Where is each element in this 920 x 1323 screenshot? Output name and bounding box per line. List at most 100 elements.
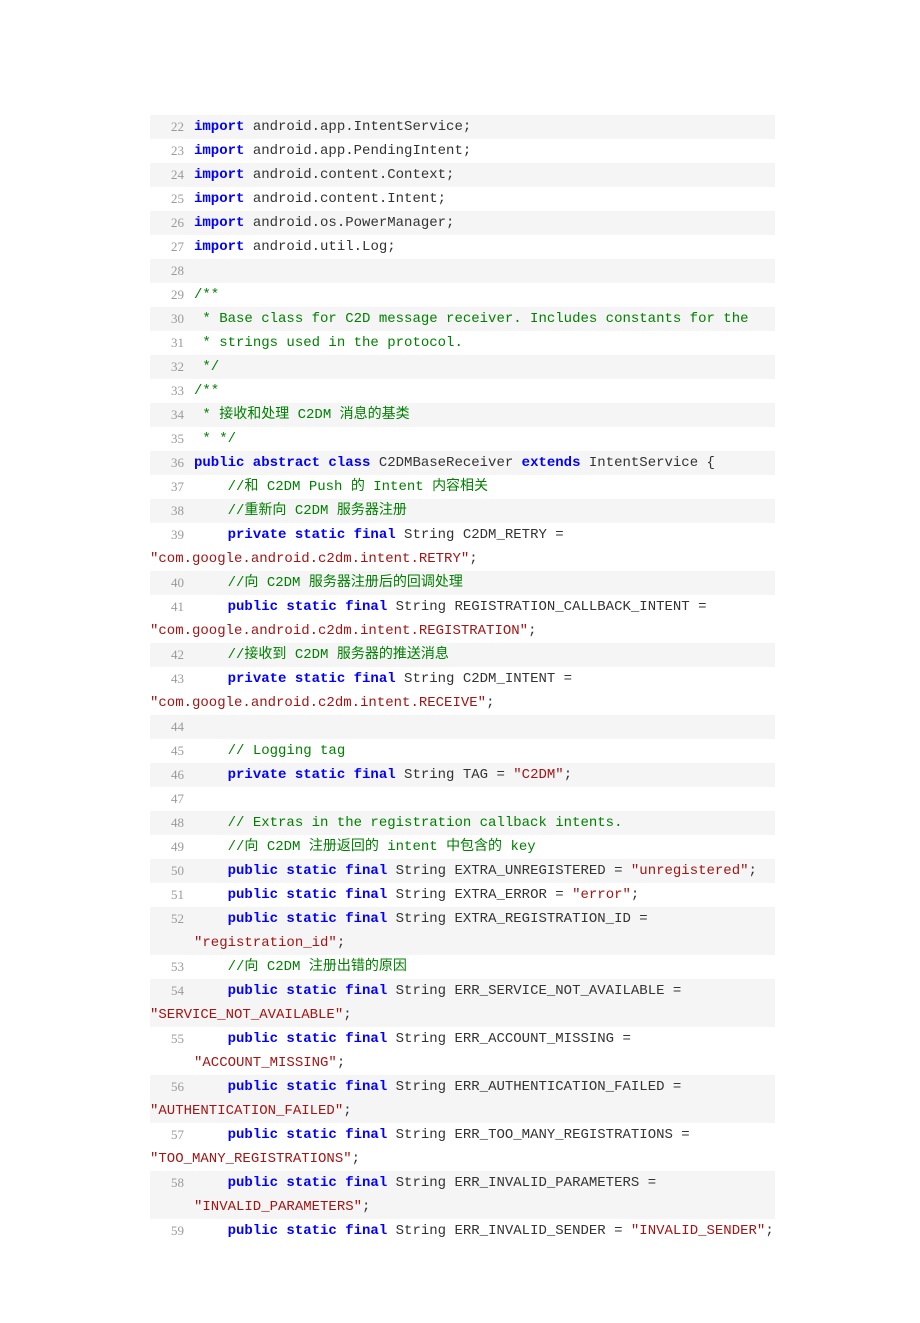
code-content: "SERVICE_NOT_AVAILABLE"; [150,1003,775,1027]
code-line: 27import android.util.Log; [150,235,775,259]
code-line: 33/** [150,379,775,403]
code-line: 45 // Logging tag [150,739,775,763]
code-content: //向 C2DM 服务器注册后的回调处理 [184,571,775,595]
line-number: 29 [150,283,184,307]
code-content: private static final String C2DM_INTENT … [184,667,775,691]
code-line: 52 public static final String EXTRA_REGI… [150,907,775,955]
line-number: 49 [150,835,184,859]
code-content: import android.content.Context; [184,163,775,187]
code-line-wrap: "TOO_MANY_REGISTRATIONS"; [150,1147,775,1171]
code-content: public static final String ERR_INVALID_S… [184,1219,775,1243]
line-number: 59 [150,1219,184,1243]
code-content: private static final String TAG = "C2DM"… [184,763,775,787]
line-number: 34 [150,403,184,427]
line-number: 25 [150,187,184,211]
code-line: 59 public static final String ERR_INVALI… [150,1219,775,1243]
code-line: 53 //向 C2DM 注册出错的原因 [150,955,775,979]
code-line: 26import android.os.PowerManager; [150,211,775,235]
line-number: 46 [150,763,184,787]
code-content: * Base class for C2D message receiver. I… [184,307,775,331]
code-content: //和 C2DM Push 的 Intent 内容相关 [184,475,775,499]
line-number: 38 [150,499,184,523]
code-line: 51 public static final String EXTRA_ERRO… [150,883,775,907]
line-number: 44 [150,715,184,739]
code-line: 46 private static final String TAG = "C2… [150,763,775,787]
line-number: 41 [150,595,184,619]
code-line-wrap: "com.google.android.c2dm.intent.RETRY"; [150,547,775,571]
code-line: 36public abstract class C2DMBaseReceiver… [150,451,775,475]
code-content: private static final String C2DM_RETRY = [184,523,775,547]
code-content: public static final String ERR_TOO_MANY_… [184,1123,775,1147]
line-number: 47 [150,787,184,811]
code-content: public static final String EXTRA_REGISTR… [184,907,775,955]
code-line-wrap: "com.google.android.c2dm.intent.REGISTRA… [150,619,775,643]
line-number: 32 [150,355,184,379]
code-line: 54 public static final String ERR_SERVIC… [150,979,775,1003]
code-line: 35 * */ [150,427,775,451]
code-line-wrap: "AUTHENTICATION_FAILED"; [150,1099,775,1123]
code-content: import android.content.Intent; [184,187,775,211]
line-number: 27 [150,235,184,259]
code-line: 44 [150,715,775,739]
line-number: 23 [150,139,184,163]
code-content: * 接收和处理 C2DM 消息的基类 [184,403,775,427]
code-line: 22import android.app.IntentService; [150,115,775,139]
line-number: 43 [150,667,184,691]
code-line: 41 public static final String REGISTRATI… [150,595,775,619]
code-content: * */ [184,427,775,451]
code-line: 38 //重新向 C2DM 服务器注册 [150,499,775,523]
line-number: 30 [150,307,184,331]
code-content: "com.google.android.c2dm.intent.REGISTRA… [150,619,775,643]
code-line: 55 public static final String ERR_ACCOUN… [150,1027,775,1075]
code-line: 48 // Extras in the registration callbac… [150,811,775,835]
code-line: 30 * Base class for C2D message receiver… [150,307,775,331]
code-content: // Logging tag [184,739,775,763]
code-line: 37 //和 C2DM Push 的 Intent 内容相关 [150,475,775,499]
code-content: public static final String ERR_ACCOUNT_M… [184,1027,775,1075]
line-number: 55 [150,1027,184,1051]
code-line: 57 public static final String ERR_TOO_MA… [150,1123,775,1147]
code-content: public static final String EXTRA_UNREGIS… [184,859,775,883]
code-content: import android.util.Log; [184,235,775,259]
code-line-wrap: "com.google.android.c2dm.intent.RECEIVE"… [150,691,775,715]
line-number: 26 [150,211,184,235]
code-content: //向 C2DM 注册返回的 intent 中包含的 key [184,835,775,859]
code-content: public static final String ERR_AUTHENTIC… [184,1075,775,1099]
line-number: 42 [150,643,184,667]
code-content: import android.os.PowerManager; [184,211,775,235]
code-content: public static final String ERR_INVALID_P… [184,1171,775,1219]
code-content: "com.google.android.c2dm.intent.RETRY"; [150,547,775,571]
line-number: 22 [150,115,184,139]
line-number: 24 [150,163,184,187]
line-number: 45 [150,739,184,763]
line-number: 56 [150,1075,184,1099]
line-number: 36 [150,451,184,475]
code-content: // Extras in the registration callback i… [184,811,775,835]
code-line: 25import android.content.Intent; [150,187,775,211]
line-number: 51 [150,883,184,907]
code-line: 49 //向 C2DM 注册返回的 intent 中包含的 key [150,835,775,859]
code-content: public abstract class C2DMBaseReceiver e… [184,451,775,475]
line-number: 53 [150,955,184,979]
line-number: 40 [150,571,184,595]
code-content: import android.app.IntentService; [184,115,775,139]
line-number: 58 [150,1171,184,1195]
code-content: //重新向 C2DM 服务器注册 [184,499,775,523]
code-line: 42 //接收到 C2DM 服务器的推送消息 [150,643,775,667]
line-number: 54 [150,979,184,1003]
line-number: 37 [150,475,184,499]
code-line: 28 [150,259,775,283]
code-line: 56 public static final String ERR_AUTHEN… [150,1075,775,1099]
code-line: 34 * 接收和处理 C2DM 消息的基类 [150,403,775,427]
code-line: 58 public static final String ERR_INVALI… [150,1171,775,1219]
code-line: 50 public static final String EXTRA_UNRE… [150,859,775,883]
code-content: /** [184,379,775,403]
code-content: public static final String ERR_SERVICE_N… [184,979,775,1003]
code-content: //向 C2DM 注册出错的原因 [184,955,775,979]
line-number: 39 [150,523,184,547]
code-line: 31 * strings used in the protocol. [150,331,775,355]
line-number: 31 [150,331,184,355]
code-content: "TOO_MANY_REGISTRATIONS"; [150,1147,775,1171]
line-number: 52 [150,907,184,931]
code-content: import android.app.PendingIntent; [184,139,775,163]
